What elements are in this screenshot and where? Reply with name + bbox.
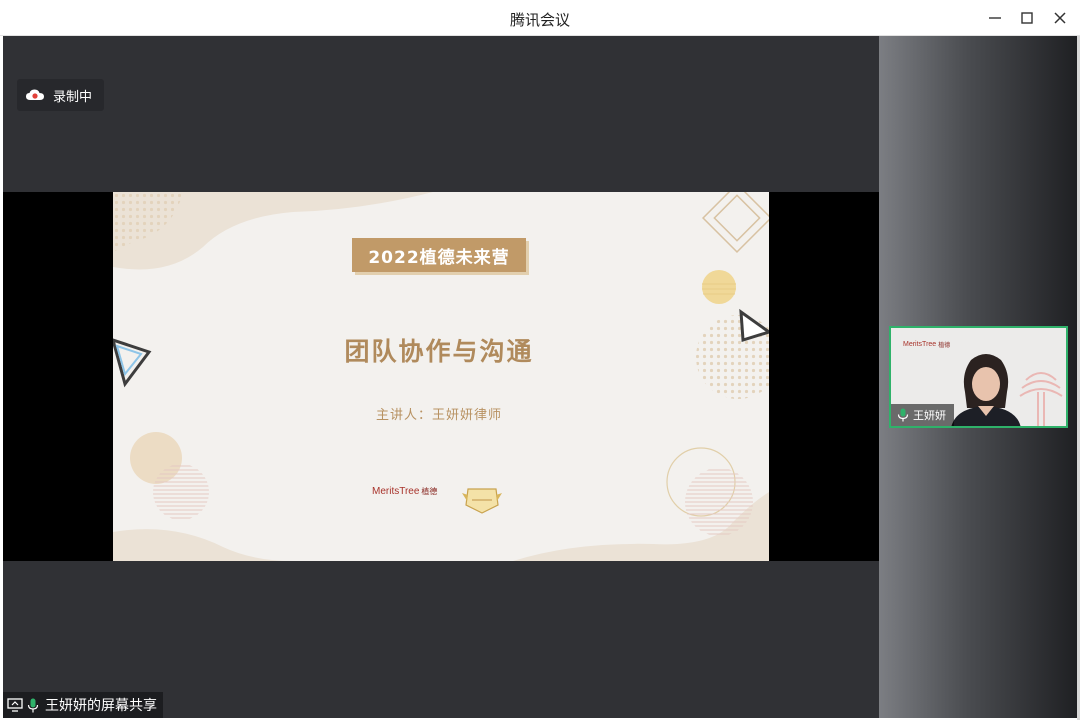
mic-icon	[27, 698, 39, 712]
participant-video-tile[interactable]: MeritsTree 植德 王妍妍	[889, 326, 1068, 428]
mic-icon	[897, 408, 909, 422]
slide-title: 团队协作与沟通	[344, 337, 534, 366]
recording-indicator[interactable]: 录制中	[17, 79, 105, 111]
screen-share-icon	[7, 698, 23, 712]
slide-badge: 2022植德未来营	[352, 238, 526, 272]
shared-slide: 2022植德未来营 团队协作与沟通 主讲人：王妍妍律师 MeritsTree 植…	[113, 192, 769, 561]
screen-share-status: 王妍妍的屏幕共享	[3, 692, 163, 718]
slide-speaker: 主讲人：王妍妍律师	[375, 408, 502, 423]
minimize-button[interactable]	[980, 6, 1010, 30]
minimize-icon	[989, 17, 1001, 19]
cloud-record-icon	[26, 89, 44, 100]
meritstree-logo: MeritsTree 植德	[372, 486, 438, 497]
title-bar: 腾讯会议	[0, 0, 1080, 36]
academy-badge-logo	[462, 488, 502, 514]
maximize-button[interactable]	[1012, 6, 1042, 30]
screen-share-label: 王妍妍的屏幕共享	[45, 698, 157, 714]
close-button[interactable]	[1045, 6, 1075, 30]
recording-label: 录制中	[53, 89, 93, 105]
participant-name: 王妍妍	[913, 409, 946, 422]
window-title: 腾讯会议	[509, 11, 570, 29]
close-icon	[1054, 12, 1066, 24]
maximize-icon	[1021, 12, 1033, 24]
participant-name-tag: 王妍妍	[891, 404, 954, 426]
